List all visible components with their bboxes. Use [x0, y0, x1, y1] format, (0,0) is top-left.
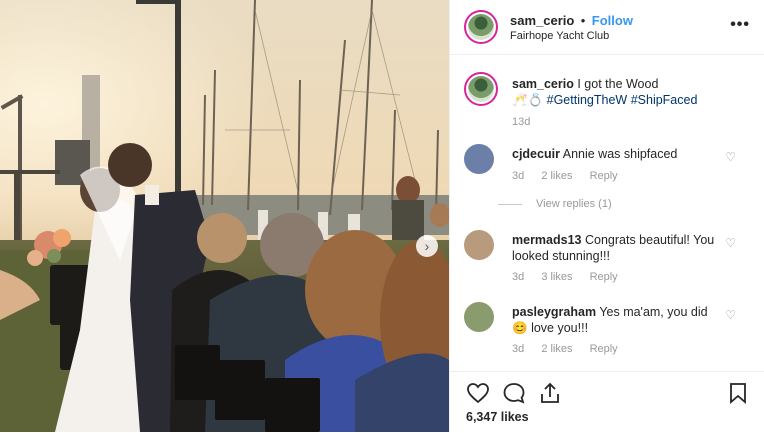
commenter-username[interactable]: cjdecuir: [512, 147, 560, 161]
caption-text: sam_cerio I got the Wood 🥂💍 #GettingTheW…: [512, 76, 724, 108]
heart-icon[interactable]: ♡: [725, 150, 736, 164]
comment-likes[interactable]: 2 likes: [541, 343, 572, 355]
commenter-username[interactable]: pasleygraham: [512, 305, 596, 319]
reply-button[interactable]: Reply: [590, 170, 618, 182]
author-avatar[interactable]: [464, 10, 498, 44]
heart-icon[interactable]: ♡: [725, 236, 736, 250]
likes-count[interactable]: 6,347 likes: [466, 410, 529, 424]
author-line: sam_cerio • Follow: [510, 12, 633, 30]
hashtag-link[interactable]: #ShipFaced: [631, 93, 698, 107]
caption-emoji: 🥂💍: [512, 93, 544, 107]
comment-body-continued: love you!!!: [531, 321, 589, 335]
heart-icon[interactable]: [466, 382, 490, 404]
caption-time: 13d: [512, 116, 531, 128]
comment-time: 3d: [512, 343, 525, 355]
heart-icon[interactable]: ♡: [725, 308, 736, 322]
view-replies-label: View replies (1): [536, 198, 612, 210]
instagram-post: › sam_cerio • Follow Fairhope Yacht Club…: [0, 0, 764, 432]
comment-time: 3d: [512, 271, 525, 283]
follow-button[interactable]: Follow: [592, 13, 633, 28]
comment-likes[interactable]: 2 likes: [541, 170, 572, 182]
comment-body: Annie was shipfaced: [562, 147, 678, 161]
comment-meta: 3d 2 likes Reply: [512, 343, 632, 355]
comment-icon[interactable]: [502, 382, 526, 404]
caption-body: I got the Wood: [577, 77, 659, 91]
view-replies-button[interactable]: View replies (1): [498, 198, 612, 210]
more-options-icon[interactable]: •••: [730, 16, 750, 34]
comment-text: mermads13 Congrats beautiful! You looked…: [512, 232, 724, 264]
comment-text: pasleygraham Yes ma'am, you did 😊 love y…: [512, 304, 724, 336]
bookmark-icon[interactable]: [728, 382, 748, 404]
comment-item: pasleygraham Yes ma'am, you did 😊 love y…: [464, 302, 752, 362]
commenter-avatar[interactable]: [464, 144, 494, 174]
caption: sam_cerio I got the Wood 🥂💍 #GettingTheW…: [464, 72, 752, 132]
separator: •: [580, 13, 586, 28]
comment-body: Yes ma'am, you did: [599, 305, 708, 319]
comment-item: mermads13 Congrats beautiful! You looked…: [464, 230, 752, 290]
comment-meta: 3d 3 likes Reply: [512, 271, 632, 283]
comment-text: cjdecuir Annie was shipfaced: [512, 146, 724, 162]
chevron-right-icon: ›: [424, 238, 430, 254]
divider: [498, 203, 522, 205]
hashtag-link[interactable]: #GettingTheW: [547, 93, 628, 107]
comment-item: cjdecuir Annie was shipfaced ♡ 3d 2 like…: [464, 144, 752, 194]
caption-avatar[interactable]: [464, 72, 498, 106]
comment-likes[interactable]: 3 likes: [541, 271, 572, 283]
next-photo-button[interactable]: ›: [416, 235, 438, 257]
reply-button[interactable]: Reply: [590, 343, 618, 355]
action-bar: 6,347 likes: [450, 371, 764, 433]
caption-username[interactable]: sam_cerio: [512, 77, 574, 91]
post-side-panel: sam_cerio • Follow Fairhope Yacht Club •…: [449, 0, 764, 432]
reply-button[interactable]: Reply: [590, 271, 618, 283]
post-photo[interactable]: ›: [0, 0, 449, 432]
comment-meta: 3d 2 likes Reply: [512, 170, 632, 182]
location-link[interactable]: Fairhope Yacht Club: [510, 30, 609, 42]
author-username[interactable]: sam_cerio: [510, 13, 574, 28]
commenter-avatar[interactable]: [464, 230, 494, 260]
share-icon[interactable]: [538, 382, 562, 404]
comment-emoji: 😊: [512, 321, 528, 335]
post-header: sam_cerio • Follow Fairhope Yacht Club •…: [450, 0, 764, 55]
comment-time: 3d: [512, 170, 525, 182]
wedding-photo: [0, 0, 449, 432]
commenter-avatar[interactable]: [464, 302, 494, 332]
commenter-username[interactable]: mermads13: [512, 233, 582, 247]
